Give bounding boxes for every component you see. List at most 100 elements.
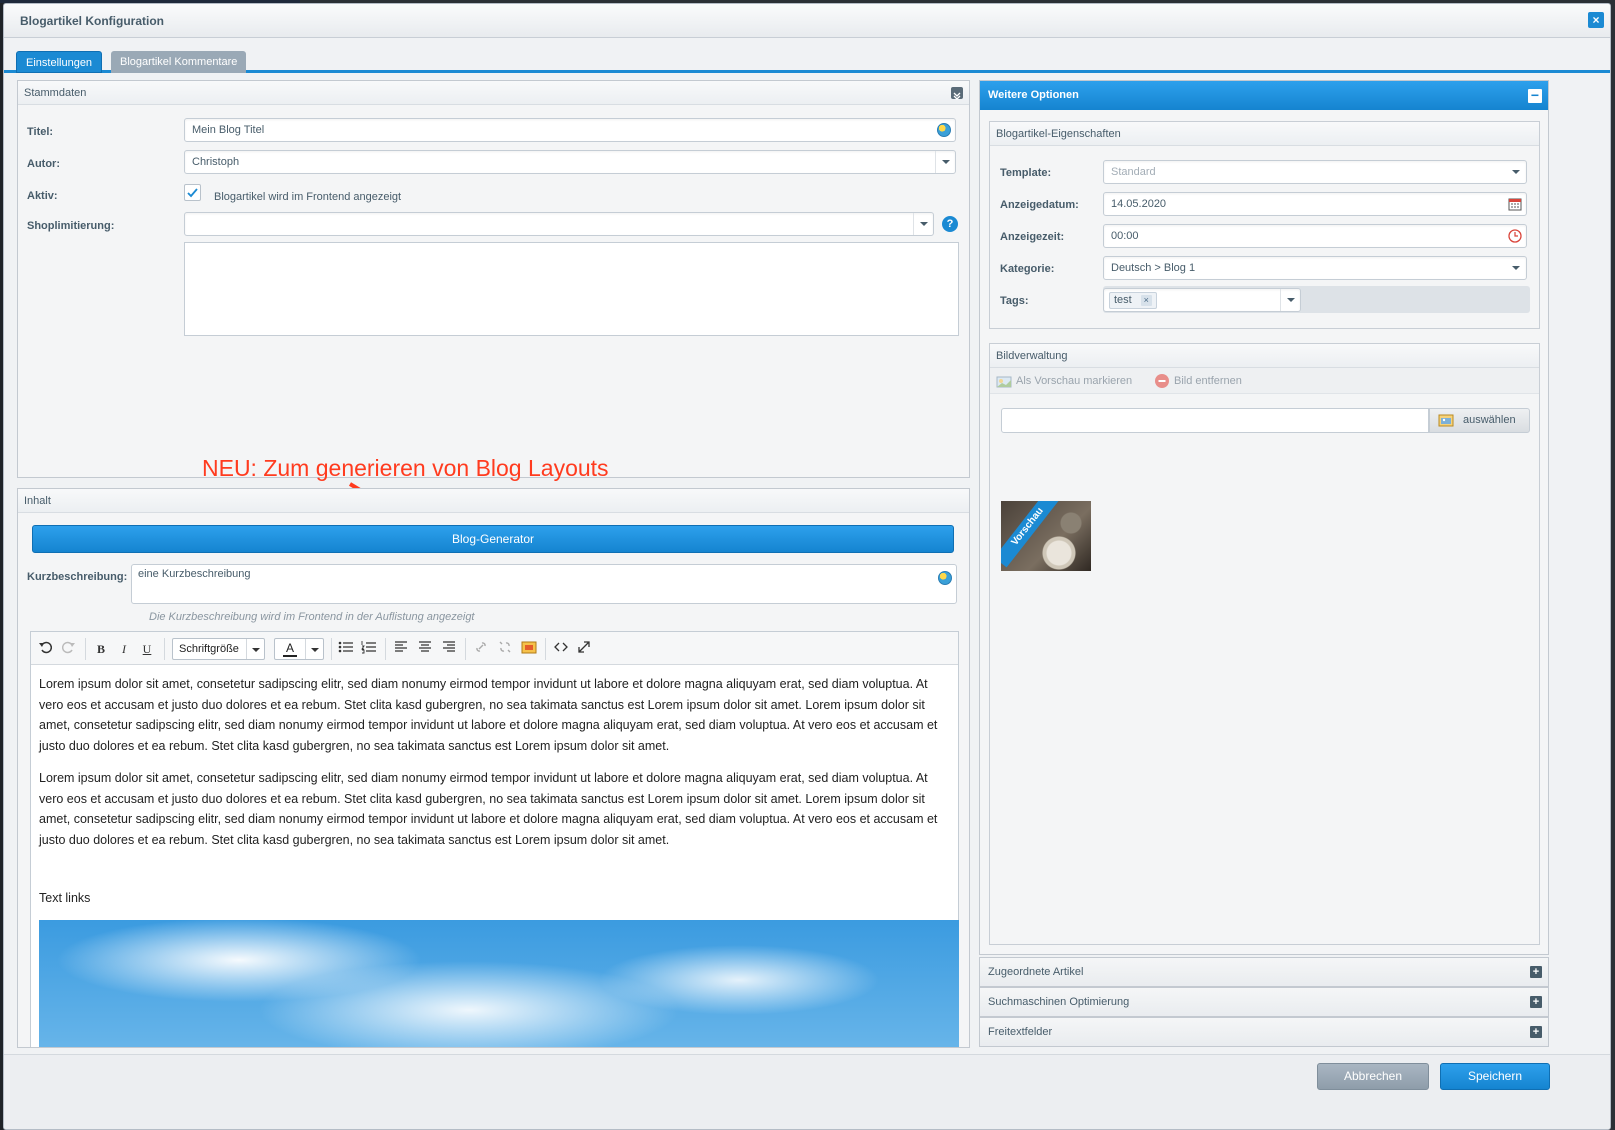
textcolor-select[interactable]: A bbox=[274, 638, 324, 660]
eigenschaften-title: Blogartikel-Eigenschaften bbox=[996, 128, 1121, 140]
italic-button[interactable]: I bbox=[114, 640, 134, 658]
tab-bar: Einstellungen Blogartikel Kommentare bbox=[4, 38, 1610, 73]
undo-icon[interactable] bbox=[35, 640, 55, 658]
redo-icon[interactable] bbox=[59, 640, 79, 658]
bullet-list-icon[interactable] bbox=[336, 640, 356, 658]
expand-icon[interactable]: + bbox=[1530, 966, 1542, 978]
preview-thumbnail[interactable]: Vorschau bbox=[1001, 501, 1091, 571]
speichern-button[interactable]: Speichern bbox=[1440, 1063, 1550, 1090]
translation-globe-icon[interactable] bbox=[937, 123, 951, 137]
aktiv-checkbox[interactable] bbox=[184, 184, 201, 201]
kategorie-label: Kategorie: bbox=[1000, 263, 1055, 275]
titel-label: Titel: bbox=[27, 126, 54, 138]
remove-image-icon[interactable] bbox=[1155, 374, 1169, 388]
unlink-icon[interactable] bbox=[495, 640, 515, 658]
anzeigezeit-value: 00:00 bbox=[1111, 230, 1139, 242]
clock-icon[interactable] bbox=[1508, 229, 1522, 251]
align-left-icon[interactable] bbox=[391, 640, 411, 658]
link-icon[interactable] bbox=[471, 640, 491, 658]
template-placeholder: Standard bbox=[1111, 166, 1156, 178]
anzeigezeit-input[interactable]: 00:00 bbox=[1103, 224, 1527, 248]
tags-select[interactable]: test × bbox=[1103, 288, 1301, 312]
chevron-down-icon[interactable] bbox=[935, 151, 955, 173]
calendar-icon[interactable] bbox=[1508, 197, 1522, 219]
suchmaschinen-label: Suchmaschinen Optimierung bbox=[988, 996, 1130, 1008]
remove-image-action[interactable]: Bild entfernen bbox=[1174, 375, 1242, 387]
toolbar-separator bbox=[331, 638, 332, 660]
toolbar-separator bbox=[545, 638, 546, 660]
editor-paragraph: Lorem ipsum dolor sit amet, consetetur s… bbox=[39, 771, 938, 847]
translation-globe-icon[interactable] bbox=[938, 571, 952, 585]
preview-mark-action[interactable]: Als Vorschau markieren bbox=[1016, 375, 1132, 387]
numbered-list-icon[interactable] bbox=[359, 640, 379, 658]
code-icon[interactable] bbox=[551, 640, 571, 658]
chevron-down-icon[interactable] bbox=[305, 639, 323, 659]
blog-generator-button[interactable]: Blog-Generator bbox=[32, 525, 954, 553]
chevron-down-icon[interactable] bbox=[1506, 161, 1526, 183]
zugeordnete-artikel-accordion[interactable]: Zugeordnete Artikel + bbox=[979, 957, 1549, 987]
chevron-down-icon[interactable] bbox=[246, 639, 264, 659]
tag-chip: test × bbox=[1109, 292, 1157, 309]
chevron-down-icon[interactable] bbox=[913, 213, 933, 235]
anzeigedatum-input[interactable]: 14.05.2020 bbox=[1103, 192, 1527, 216]
help-icon[interactable]: ? bbox=[942, 216, 958, 232]
kategorie-select[interactable]: Deutsch > Blog 1 bbox=[1103, 256, 1527, 280]
chevron-down-icon[interactable] bbox=[1506, 257, 1526, 279]
bild-toolbar: Als Vorschau markieren Bild entfernen bbox=[990, 368, 1539, 394]
toolbar-separator bbox=[385, 638, 386, 660]
auswaehlen-button[interactable]: auswählen bbox=[1429, 408, 1530, 433]
align-right-icon[interactable] bbox=[439, 640, 459, 658]
tab-einstellungen[interactable]: Einstellungen bbox=[16, 51, 103, 73]
aktiv-text: Blogartikel wird im Frontend angezeigt bbox=[214, 191, 402, 203]
expand-icon[interactable]: + bbox=[1530, 996, 1542, 1008]
anzeigedatum-label: Anzeigedatum: bbox=[1000, 199, 1079, 211]
close-button[interactable]: × bbox=[1588, 12, 1604, 28]
underline-button[interactable]: U bbox=[137, 640, 157, 658]
bildverwaltung-title: Bildverwaltung bbox=[996, 350, 1068, 362]
zugeordnete-artikel-label: Zugeordnete Artikel bbox=[988, 966, 1084, 978]
collapse-icon[interactable] bbox=[951, 87, 963, 100]
eigenschaften-header: Blogartikel-Eigenschaften bbox=[990, 122, 1539, 146]
anzeigezeit-label: Anzeigezeit: bbox=[1000, 231, 1065, 243]
tab-kommentare[interactable]: Blogartikel Kommentare bbox=[111, 51, 247, 73]
media-icon[interactable] bbox=[519, 640, 539, 658]
image-folder-icon bbox=[1438, 413, 1454, 436]
toolbar-separator bbox=[465, 638, 466, 660]
inhalt-header: Inhalt bbox=[18, 489, 969, 513]
weitere-optionen-title: Weitere Optionen bbox=[988, 89, 1079, 101]
bild-path-input[interactable] bbox=[1001, 408, 1429, 433]
chevron-down-icon[interactable] bbox=[1280, 289, 1300, 311]
suchmaschinen-accordion[interactable]: Suchmaschinen Optimierung + bbox=[979, 987, 1549, 1017]
shoplimitierung-select[interactable] bbox=[184, 212, 934, 236]
fontsize-value: Schriftgröße bbox=[179, 643, 239, 655]
autor-select[interactable]: Christoph bbox=[184, 150, 956, 174]
aktiv-label: Aktiv: bbox=[27, 190, 58, 202]
template-select[interactable]: Standard bbox=[1103, 160, 1527, 184]
bildverwaltung-header: Bildverwaltung bbox=[990, 344, 1539, 368]
preview-mark-icon[interactable] bbox=[996, 374, 1012, 391]
tags-label: Tags: bbox=[1000, 295, 1029, 307]
toolbar-separator bbox=[85, 638, 86, 660]
titel-input[interactable]: Mein Blog Titel bbox=[184, 118, 956, 142]
fontsize-select[interactable]: Schriftgröße bbox=[172, 638, 265, 660]
freitextfelder-accordion[interactable]: Freitextfelder + bbox=[979, 1017, 1549, 1047]
kurzbeschreibung-textarea[interactable]: eine Kurzbeschreibung bbox=[131, 564, 957, 604]
editor-sky-image bbox=[39, 920, 959, 1047]
stammdaten-title: Stammdaten bbox=[24, 87, 87, 99]
window-titlebar: Blogartikel Konfiguration × bbox=[4, 4, 1610, 38]
toolbar-separator bbox=[164, 638, 165, 660]
tag-remove-icon[interactable]: × bbox=[1140, 295, 1152, 306]
wysiwyg-editor: B I U Schriftgröße A Lorem ipsum dolor s… bbox=[30, 631, 959, 1047]
shoplimitierung-list[interactable] bbox=[184, 242, 959, 336]
expand-icon[interactable]: + bbox=[1530, 1026, 1542, 1038]
editor-content[interactable]: Lorem ipsum dolor sit amet, consetetur s… bbox=[39, 674, 951, 921]
fullscreen-icon[interactable] bbox=[574, 640, 594, 658]
bold-button[interactable]: B bbox=[91, 640, 111, 658]
vorschau-badge: Vorschau bbox=[1001, 501, 1063, 568]
editor-toolbar: B I U Schriftgröße A bbox=[31, 632, 958, 665]
stammdaten-panel: Stammdaten Titel: Mein Blog Titel Autor:… bbox=[17, 80, 970, 478]
kurzbeschreibung-label: Kurzbeschreibung: bbox=[27, 571, 128, 583]
align-center-icon[interactable] bbox=[415, 640, 435, 658]
abbrechen-button[interactable]: Abbrechen bbox=[1317, 1063, 1429, 1090]
collapse-icon[interactable]: − bbox=[1528, 88, 1542, 103]
